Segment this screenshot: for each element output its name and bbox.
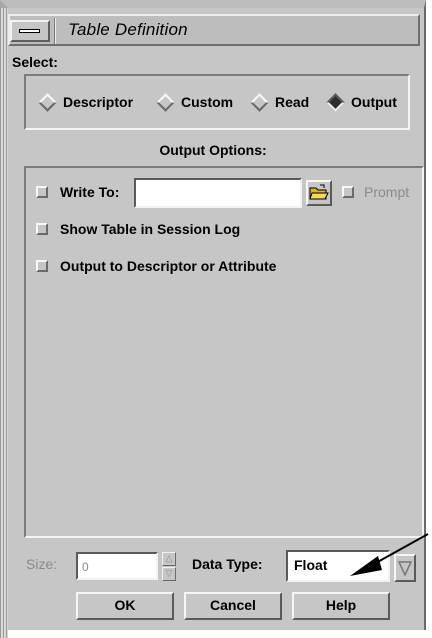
radio-indicator	[250, 92, 269, 112]
radio-read[interactable]: Read	[250, 92, 309, 112]
radio-label: Custom	[181, 94, 234, 110]
cancel-button[interactable]: Cancel	[184, 592, 282, 620]
size-field[interactable]: 0	[76, 552, 158, 580]
output-options-label: Output Options:	[159, 142, 267, 158]
write-to-label: Write To:	[60, 184, 120, 200]
size-decrement-button[interactable]: ▽	[162, 567, 176, 581]
radio-label: Read	[275, 94, 310, 110]
title-separator	[54, 18, 56, 44]
size-value: 0	[82, 560, 89, 574]
window-menu-button[interactable]	[10, 20, 50, 42]
ok-button[interactable]: OK	[76, 592, 174, 620]
window-title: Table Definition	[68, 20, 188, 39]
browse-folder-button[interactable]	[306, 180, 332, 206]
output-to-checkbox[interactable]: Output to Descriptor or Attribute	[36, 258, 276, 274]
radio-indicator-selected	[326, 92, 345, 112]
size-increment-button[interactable]: △	[162, 552, 176, 566]
select-label: Select:	[12, 54, 58, 70]
data-type-label: Data Type:	[192, 556, 263, 572]
annotation-arrow-icon	[350, 533, 429, 576]
show-table-label: Show Table in Session Log	[60, 221, 241, 237]
checkbox-indicator	[342, 186, 354, 198]
triangle-down-icon: ▽	[165, 568, 173, 578]
radio-label: Output	[351, 94, 397, 110]
show-table-checkbox[interactable]: Show Table in Session Log	[36, 221, 240, 237]
write-to-checkbox[interactable]: Write To:	[36, 184, 119, 200]
prompt-checkbox[interactable]: Prompt	[342, 184, 409, 200]
radio-label: Descriptor	[63, 94, 134, 110]
write-to-field[interactable]	[134, 178, 302, 208]
window-menu-icon	[19, 29, 40, 33]
triangle-up-icon: △	[165, 553, 173, 563]
radio-descriptor[interactable]: Descriptor	[38, 92, 133, 112]
help-button[interactable]: Help	[292, 592, 390, 620]
window-left-border	[0, 8, 8, 638]
size-label: Size:	[26, 556, 58, 572]
checkbox-indicator	[36, 260, 48, 272]
radio-indicator	[38, 92, 57, 112]
radio-output[interactable]: Output	[326, 92, 397, 112]
radio-custom[interactable]: Custom	[156, 92, 233, 112]
checkbox-indicator	[36, 223, 48, 235]
data-type-value: Float	[294, 557, 328, 573]
output-to-label: Output to Descriptor or Attribute	[60, 258, 277, 274]
radio-indicator	[156, 92, 175, 112]
prompt-label: Prompt	[364, 184, 410, 200]
folder-open-icon	[309, 184, 329, 200]
checkbox-indicator	[36, 186, 48, 198]
